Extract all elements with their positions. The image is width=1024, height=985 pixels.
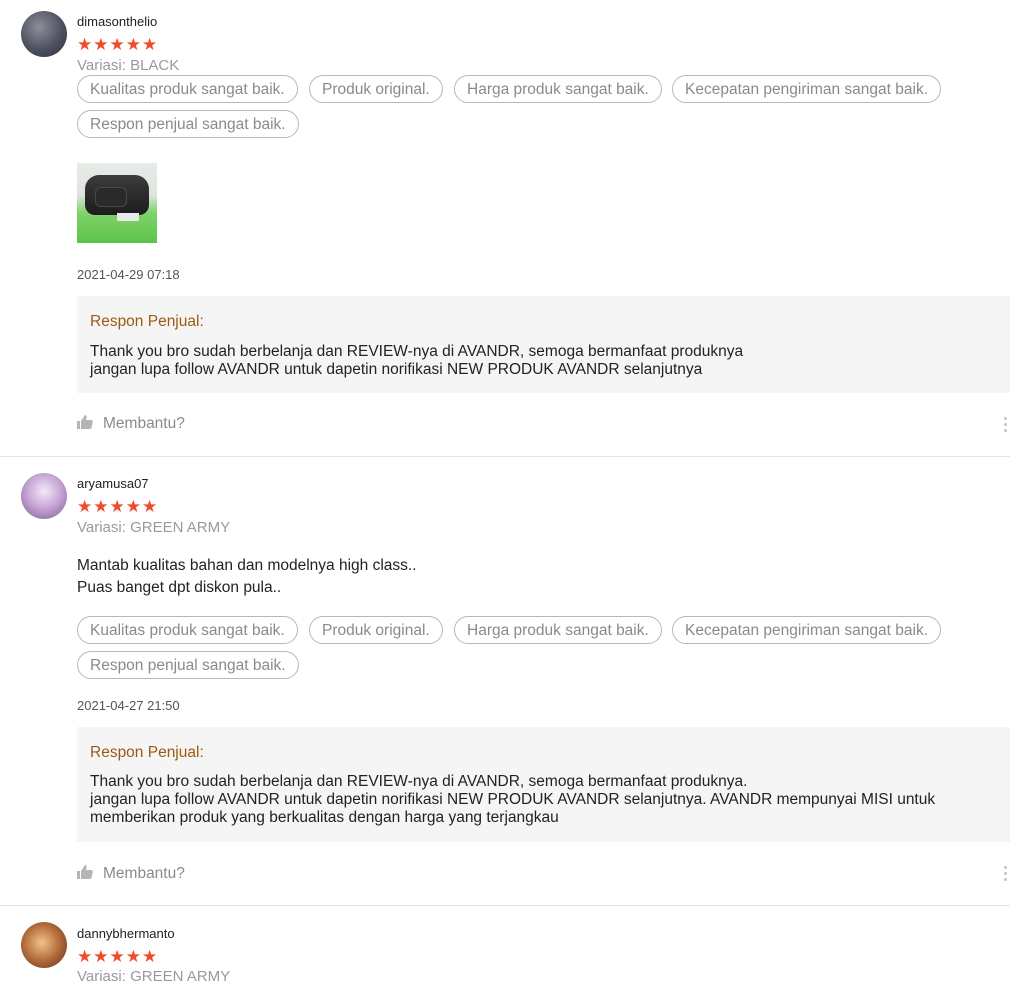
review-comment-line: Puas banget dpt diskon pula.. xyxy=(77,579,282,596)
review-tag: Harga produk sangat baik. xyxy=(454,616,662,644)
more-options-icon[interactable] xyxy=(1003,866,1009,884)
seller-response: Respon Penjual: Thank you bro sudah berb… xyxy=(77,727,1010,842)
seller-response: Respon Penjual: Thank you bro sudah berb… xyxy=(77,296,1010,393)
star-rating: ★★★★★ xyxy=(77,947,159,966)
divider xyxy=(0,456,1010,457)
review-comment-line: Mantab kualitas bahan dan modelnya high … xyxy=(77,557,417,574)
avatar[interactable] xyxy=(21,11,67,57)
seller-response-title: Respon Penjual: xyxy=(90,313,204,330)
review-tag: Produk original. xyxy=(309,616,443,644)
seller-response-text: Thank you bro sudah berbelanja dan REVIE… xyxy=(90,343,744,378)
more-options-icon[interactable] xyxy=(1003,417,1009,435)
reviewer-username[interactable]: dimasonthelio xyxy=(77,14,157,29)
avatar[interactable] xyxy=(21,473,67,519)
review-tag: Kualitas produk sangat baik. xyxy=(77,75,298,103)
review-tag: Harga produk sangat baik. xyxy=(454,75,662,103)
star-rating: ★★★★★ xyxy=(77,497,159,516)
thumbs-up-icon xyxy=(77,865,93,879)
helpful-button[interactable]: Membantu? xyxy=(77,415,185,433)
seller-response-title: Respon Penjual: xyxy=(90,744,204,761)
variant-label: Variasi: GREEN ARMY xyxy=(77,968,231,985)
review-date: 2021-04-27 21:50 xyxy=(77,698,180,713)
seller-response-text: Thank you bro sudah berbelanja dan REVIE… xyxy=(90,773,936,826)
variant-label: Variasi: BLACK xyxy=(77,57,180,74)
reviewer-username[interactable]: aryamusa07 xyxy=(77,476,149,491)
thumbs-up-icon xyxy=(77,415,93,429)
avatar[interactable] xyxy=(21,922,67,968)
variant-label: Variasi: GREEN ARMY xyxy=(77,519,231,536)
star-rating: ★★★★★ xyxy=(77,35,159,54)
review-tag: Kualitas produk sangat baik. xyxy=(77,616,298,644)
review-tag: Kecepatan pengiriman sangat baik. xyxy=(672,75,941,103)
review-tag: Kecepatan pengiriman sangat baik. xyxy=(672,616,941,644)
review-date: 2021-04-29 07:18 xyxy=(77,267,180,282)
helpful-label: Membantu? xyxy=(103,415,185,432)
review-tag: Respon penjual sangat baik. xyxy=(77,651,299,679)
reviewer-username[interactable]: dannybhermanto xyxy=(77,926,175,941)
review-tag: Respon penjual sangat baik. xyxy=(77,110,299,138)
review-comment: Mantab kualitas bahan dan modelnya high … xyxy=(77,555,417,599)
review-tag: Produk original. xyxy=(309,75,443,103)
review-photo[interactable] xyxy=(77,163,157,243)
helpful-label: Membantu? xyxy=(103,865,185,882)
divider xyxy=(0,905,1010,906)
helpful-button[interactable]: Membantu? xyxy=(77,865,185,883)
